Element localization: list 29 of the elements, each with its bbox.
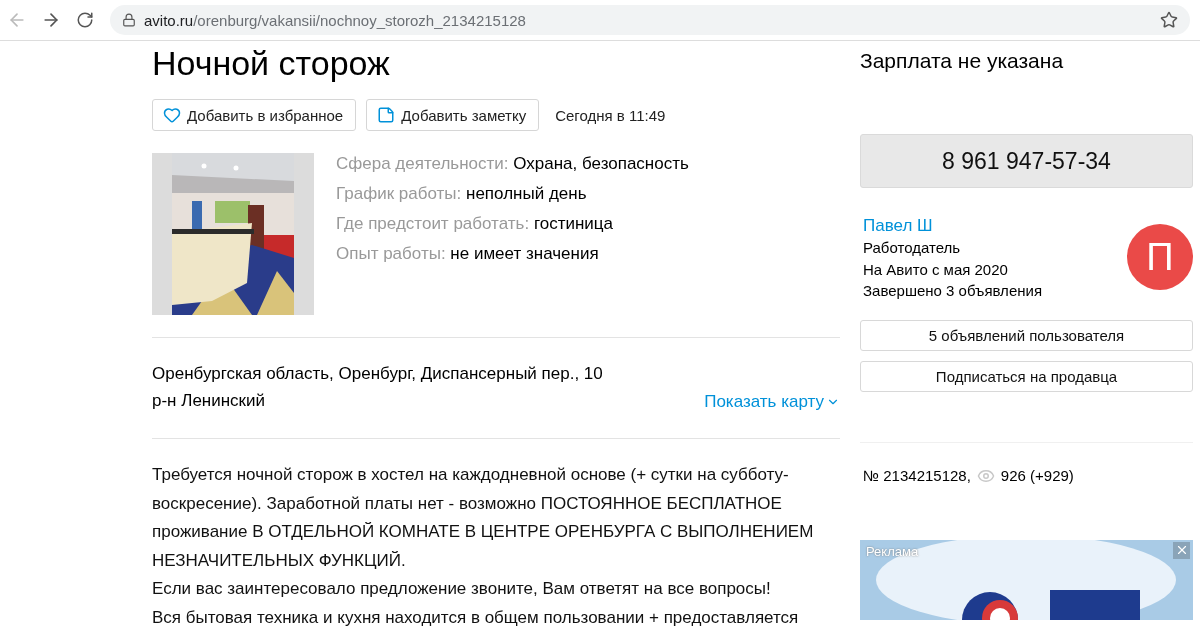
seller-avatar[interactable]: П	[1127, 224, 1193, 290]
lock-icon	[122, 13, 136, 27]
phone-button[interactable]: 8 961 947-57-34	[860, 134, 1193, 188]
salary-text: Зарплата не указана	[860, 48, 1065, 74]
view-count: 926 (+929)	[1000, 467, 1074, 484]
heart-icon	[163, 106, 181, 124]
job-parameter: Где предстоит работать: гостиница	[336, 213, 615, 235]
description-paragraph: Требуется ночной сторож в хостел на каждодневной основе (+ сутки на субботу-воскресение). Заработной платы нет - возможно ПОСТОЯННОЕ БЕСПЛАТНОЕ проживание В ОТДЕЛЬНОЙ КОМНАТЕ В ЦЕНТРЕ ОРЕНБУРГА С ВЫПОЛНЕНИЕМ НЕЗНАЧИТЕЛЬНЫХ ФУНКЦИЙ.	[152, 464, 815, 572]
posted-time: Сегодня в 11:49	[555, 106, 666, 124]
seller-role: Работодатель	[863, 238, 962, 258]
description-paragraph: Если вас заинтересовало предложение звоните, Вам ответят на все вопросы!	[152, 578, 772, 600]
job-parameter: График работы: неполный день	[336, 183, 588, 205]
address-bar[interactable]: avito.ru/orenburg/vakansii/nochnoy_storozh_2134215128	[110, 5, 1190, 35]
note-button[interactable]: Добавить заметку	[366, 99, 540, 131]
district-text: р-н Ленинский	[152, 390, 267, 412]
bookmark-star-icon[interactable]	[1160, 11, 1178, 29]
address-text: Оренбургская область, Оренбург, Диспансерный пер., 10	[152, 363, 603, 385]
job-parameter: Опыт работы: не имеет значения	[336, 243, 600, 265]
favorite-button[interactable]: Добавить в избранное	[152, 99, 357, 131]
subscribe-button[interactable]: Подписаться на продавца	[860, 360, 1193, 392]
job-parameter: Сфера деятельности: Охрана, безопасность	[336, 153, 689, 175]
seller-completed: Завершено 3 объявления	[863, 281, 1042, 301]
description-paragraph: Вся бытовая техника и кухня находится в общем пользовании + предоставляется	[152, 606, 800, 628]
seller-since: На Авито с мая 2020	[863, 259, 1009, 280]
note-icon	[377, 106, 396, 124]
ad-label: Реклама	[866, 543, 919, 559]
listing-title: Ночной сторож	[152, 43, 391, 83]
listing-number: № 2134215128,	[863, 467, 971, 484]
user-listings-button[interactable]: 5 объявлений пользователя	[860, 319, 1193, 351]
